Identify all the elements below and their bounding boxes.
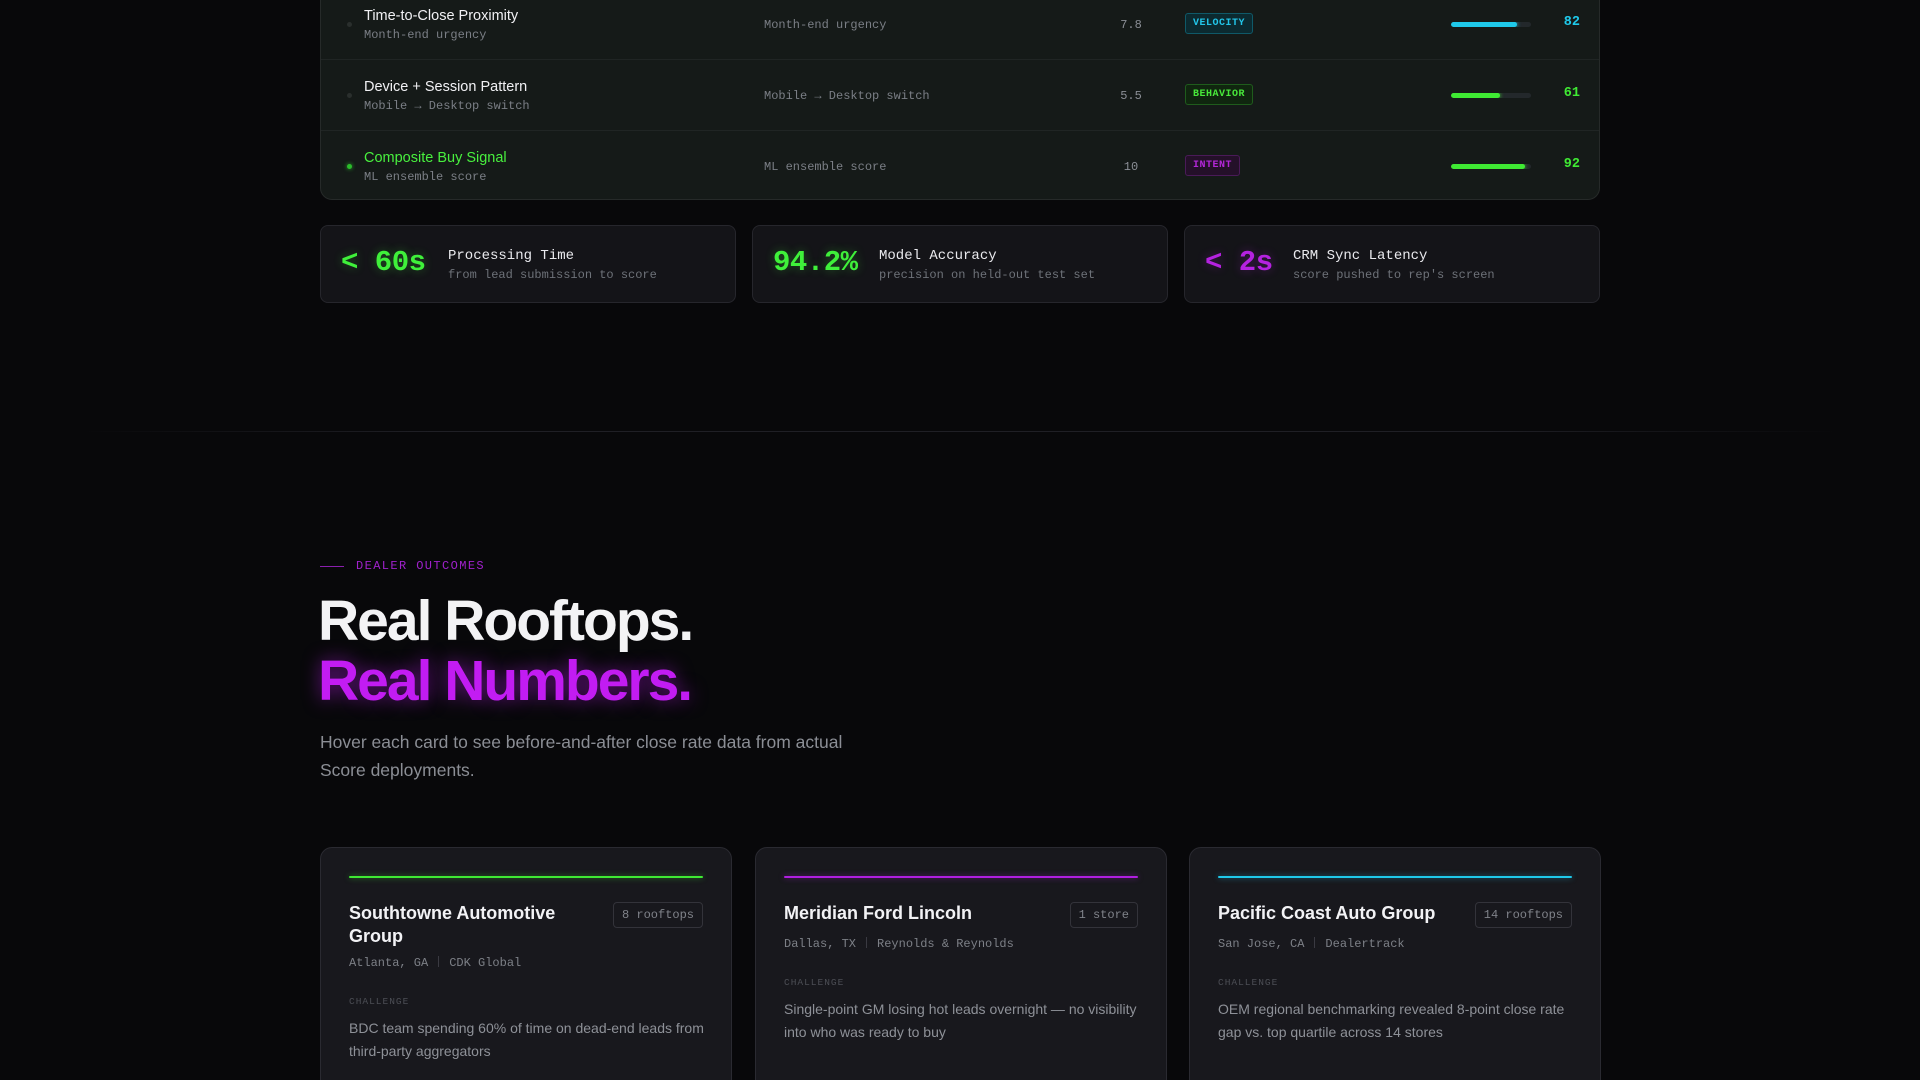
signal-category-badge: INTENT: [1185, 155, 1241, 176]
section-headline: Real Rooftops.: [318, 589, 694, 653]
signal-score-bar: [1451, 22, 1531, 27]
dealer-dms: Dealertrack: [1325, 937, 1405, 951]
signal-row[interactable]: Device + Session Pattern Mobile → Deskto…: [321, 60, 1599, 131]
metric-label: Model Accuracy: [879, 248, 997, 264]
signal-score-bar-fill: [1451, 22, 1517, 27]
metric-value: 94.2%: [773, 246, 858, 279]
metric-label: Processing Time: [448, 248, 575, 264]
card-accent-line: [784, 876, 1138, 878]
metric-subtitle: score pushed to rep's screen: [1293, 268, 1495, 282]
meta-separator: [866, 937, 868, 948]
meta-separator: [1314, 937, 1316, 948]
dealer-card[interactable]: Meridian Ford Lincoln 1 store Dallas, TX…: [755, 847, 1167, 1080]
dealer-card[interactable]: Pacific Coast Auto Group 14 rooftops San…: [1189, 847, 1601, 1080]
signal-table: Time-to-Close Proximity Month-end urgenc…: [320, 0, 1600, 200]
challenge-text: OEM regional benchmarking revealed 8-poi…: [1218, 1001, 1565, 1040]
signal-score-bar: [1451, 164, 1531, 169]
signal-score: 61: [1563, 86, 1580, 101]
page: Time-to-Close Proximity Month-end urgenc…: [0, 0, 1920, 1080]
rooftop-count-badge: 1 store: [1069, 902, 1138, 928]
section-headline-accent: Real Numbers.: [318, 649, 693, 713]
eyebrow-line: [320, 566, 344, 567]
section-lead: Hover each card to see before-and-after …: [320, 732, 843, 780]
signal-score-bar-fill: [1451, 164, 1525, 169]
section-eyebrow: DEALER OUTCOMES: [356, 559, 486, 573]
signal-row[interactable]: Time-to-Close Proximity Month-end urgenc…: [321, 0, 1599, 60]
signal-name: Time-to-Close Proximity: [364, 8, 519, 24]
signal-weight: 10: [1123, 160, 1139, 174]
signal-category-badge: BEHAVIOR: [1185, 84, 1254, 105]
row-status-dot: [347, 22, 352, 27]
signal-score: 92: [1563, 157, 1580, 172]
dealer-meta: Atlanta, GA CDK Global: [349, 956, 521, 970]
signal-category-badge: VELOCITY: [1185, 13, 1254, 34]
metric-subtitle: from lead submission to score: [448, 268, 657, 282]
dealer-card[interactable]: Southtowne Automotive Group 8 rooftops A…: [320, 847, 732, 1080]
metric-value: < 60s: [341, 246, 426, 279]
metric-card-crm-sync-latency: < 2s CRM Sync Latency score pushed to re…: [1184, 225, 1600, 303]
signal-score: 82: [1563, 15, 1580, 30]
dealer-meta: Dallas, TX Reynolds & Reynolds: [784, 937, 1014, 951]
challenge-text: BDC team spending 60% of time on dead-en…: [349, 1020, 704, 1059]
signal-subtitle: Mobile → Desktop switch: [364, 99, 530, 113]
signal-subtitle: Month-end urgency: [364, 28, 487, 42]
section-divider: [80, 431, 1840, 432]
challenge-label: CHALLENGE: [1218, 977, 1279, 988]
dealer-location: Dallas, TX: [784, 937, 857, 951]
signal-description: Month-end urgency: [764, 18, 887, 32]
dealer-location: Atlanta, GA: [349, 956, 429, 970]
metric-label: CRM Sync Latency: [1293, 248, 1428, 264]
dealer-name: Pacific Coast Auto Group: [1218, 903, 1436, 923]
signal-weight: 7.8: [1120, 18, 1142, 32]
signal-weight: 5.5: [1120, 89, 1142, 103]
metric-card-model-accuracy: 94.2% Model Accuracy precision on held-o…: [752, 225, 1168, 303]
card-accent-line: [1218, 876, 1572, 878]
dealer-name: Meridian Ford Lincoln: [784, 903, 972, 923]
meta-separator: [438, 956, 440, 967]
signal-name: Device + Session Pattern: [364, 79, 528, 95]
signal-row[interactable]: Composite Buy Signal ML ensemble score M…: [321, 131, 1599, 202]
dealer-location: San Jose, CA: [1218, 937, 1305, 951]
metric-card-processing-time: < 60s Processing Time from lead submissi…: [320, 225, 736, 303]
challenge-label: CHALLENGE: [784, 977, 845, 988]
signal-score-bar: [1451, 93, 1531, 98]
challenge-label: CHALLENGE: [349, 996, 410, 1007]
metric-subtitle: precision on held-out test set: [879, 268, 1096, 282]
rooftop-count-badge: 8 rooftops: [612, 902, 703, 928]
dealer-meta: San Jose, CA Dealertrack: [1218, 937, 1405, 951]
dealer-name: Southtowne Automotive Group: [349, 903, 556, 946]
card-accent-line: [349, 876, 703, 878]
dealer-dms: Reynolds & Reynolds: [877, 937, 1014, 951]
dealer-dms: CDK Global: [449, 956, 522, 970]
signal-description: Mobile → Desktop switch: [764, 89, 930, 103]
metric-value: < 2s: [1205, 246, 1273, 279]
signal-name: Composite Buy Signal: [364, 150, 507, 166]
rooftop-count-badge: 14 rooftops: [1474, 902, 1572, 928]
challenge-text: Single-point GM losing hot leads overnig…: [784, 1001, 1137, 1040]
signal-subtitle: ML ensemble score: [364, 170, 487, 184]
row-status-dot: [347, 164, 352, 169]
signal-score-bar-fill: [1451, 93, 1500, 98]
signal-description: ML ensemble score: [764, 160, 887, 174]
row-status-dot: [347, 93, 352, 98]
